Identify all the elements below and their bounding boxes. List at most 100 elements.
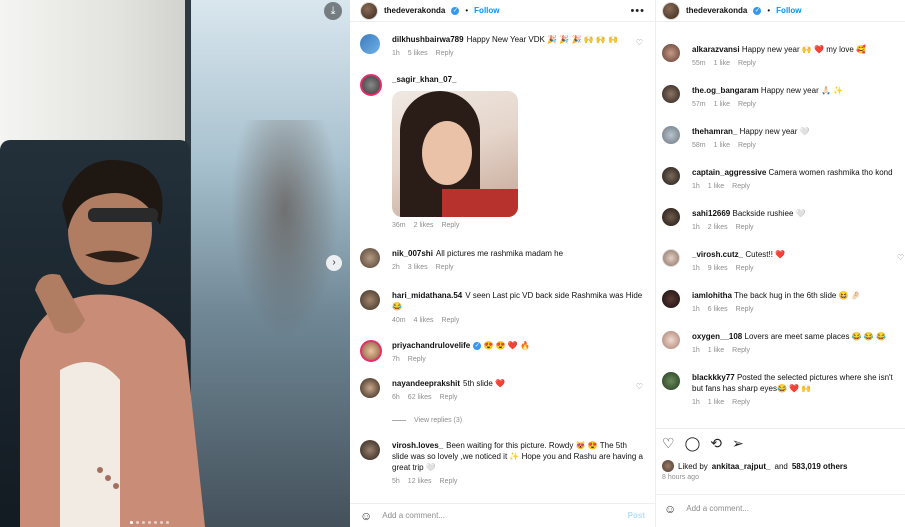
reply-button[interactable]: Reply (441, 220, 459, 231)
reply-button[interactable]: Reply (436, 48, 454, 59)
comment-likes[interactable]: 2 likes (708, 222, 728, 233)
reply-button[interactable]: Reply (732, 181, 750, 192)
liked-by-user[interactable]: ankitaa_rajput_ (712, 462, 771, 471)
reply-button[interactable]: Reply (736, 304, 754, 315)
avatar[interactable] (662, 44, 680, 62)
carousel-dot (136, 521, 139, 524)
comment-likes[interactable]: 9 likes (708, 263, 728, 274)
reply-button[interactable]: Reply (440, 476, 458, 487)
comment-time: 36m (392, 222, 406, 229)
comment-likes[interactable]: 2 likes (414, 220, 434, 231)
download-icon[interactable]: ⤓ (324, 2, 342, 20)
add-comment-input[interactable]: Add a comment... (686, 504, 749, 513)
avatar[interactable] (360, 340, 382, 362)
comment-likes[interactable]: 4 likes (414, 315, 434, 326)
reply-button[interactable]: Reply (736, 263, 754, 274)
view-replies-button[interactable]: View replies (3) (392, 417, 462, 424)
heart-icon[interactable]: ♡ (662, 435, 675, 452)
comment-username[interactable]: blackkky77 (692, 373, 735, 382)
reply-button[interactable]: Reply (440, 392, 458, 403)
avatar[interactable] (360, 34, 380, 54)
comment-text: The back hug in the 6th slide 😆 🤌🏻 (734, 291, 861, 300)
more-options-icon[interactable]: ••• (630, 5, 645, 17)
author-username[interactable]: thedeverakonda (384, 6, 445, 15)
avatar[interactable] (360, 248, 380, 268)
repost-icon[interactable]: ⟲ (710, 435, 722, 452)
avatar[interactable] (662, 249, 680, 267)
comment-username[interactable]: dilkhushbairwa789 (392, 35, 464, 44)
comment-likes[interactable]: 1 like (714, 99, 730, 110)
avatar[interactable] (662, 331, 680, 349)
comment-item: hari_midathana.54 V seen Last pic VD back… (360, 290, 645, 326)
separator-dot: • (767, 6, 771, 15)
avatar[interactable] (662, 208, 680, 226)
comment-likes[interactable]: 1 like (708, 397, 724, 408)
comment-username[interactable]: nayandeeprakshit (392, 379, 460, 388)
comment-item: blackkky77 Posted the selected pictures … (662, 372, 905, 408)
avatar[interactable] (360, 378, 380, 398)
add-comment-input[interactable]: Add a comment... (382, 511, 445, 520)
avatar[interactable] (662, 126, 680, 144)
comment-username[interactable]: nik_007shi (392, 249, 433, 258)
comment-username[interactable]: iamlohitha (692, 291, 732, 300)
avatar[interactable] (360, 290, 380, 310)
chevron-right-icon[interactable]: › (326, 255, 342, 271)
avatar[interactable] (360, 440, 380, 460)
like-heart-icon[interactable]: ♡ (636, 382, 643, 391)
follow-button[interactable]: Follow (776, 6, 801, 15)
post-photo[interactable]: ⤓ › (0, 0, 350, 527)
avatar[interactable] (662, 290, 680, 308)
comment-time: 7h (392, 356, 400, 363)
reply-button[interactable]: Reply (732, 345, 750, 356)
comment-likes[interactable]: 6 likes (708, 304, 728, 315)
avatar[interactable] (662, 85, 680, 103)
comment-username[interactable]: virosh.loves_ (392, 441, 443, 450)
reply-button[interactable]: Reply (738, 99, 756, 110)
comment-username[interactable]: the.og_bangaram (692, 86, 759, 95)
comment-username[interactable]: oxygen__108 (692, 332, 742, 341)
avatar[interactable] (360, 74, 382, 96)
reply-button[interactable]: Reply (441, 315, 459, 326)
comment-username[interactable]: priyachandrulovelife (392, 341, 470, 350)
comment-username[interactable]: _sagir_khan_07_ (392, 75, 457, 84)
reply-button[interactable]: Reply (738, 58, 756, 69)
reply-button[interactable]: Reply (732, 397, 750, 408)
comment-likes[interactable]: 5 likes (408, 48, 428, 59)
like-heart-icon[interactable]: ♡ (897, 253, 904, 262)
follow-button[interactable]: Follow (474, 6, 499, 15)
comment-image[interactable] (392, 91, 518, 217)
comment-username[interactable]: thehamran_ (692, 127, 737, 136)
comment-likes[interactable]: 3 likes (408, 262, 428, 273)
avatar[interactable] (662, 167, 680, 185)
likes-count[interactable]: 583,019 others (792, 462, 848, 471)
author-username[interactable]: thedeverakonda (686, 6, 747, 15)
comment-username[interactable]: alkarazvansi (692, 45, 740, 54)
emoji-icon[interactable]: ☺ (360, 509, 372, 523)
comment-likes[interactable]: 1 like (714, 58, 730, 69)
reply-button[interactable]: Reply (736, 222, 754, 233)
comment-username[interactable]: _virosh.cutz_ (692, 250, 743, 259)
comment-username[interactable]: sahi12669 (692, 209, 730, 218)
like-heart-icon[interactable]: ♡ (636, 38, 643, 47)
comment-likes[interactable]: 62 likes (408, 392, 432, 403)
comment-likes[interactable]: 1 like (708, 345, 724, 356)
avatar[interactable] (662, 372, 680, 390)
comment-likes[interactable]: 1 like (708, 181, 724, 192)
avatar[interactable] (360, 1, 378, 20)
avatar[interactable] (662, 1, 680, 20)
share-icon[interactable]: ➢ (732, 435, 744, 452)
comment-username[interactable]: hari_midathana.54 (392, 291, 462, 300)
comment-text: Lovers are meet same places 😂 😂 😂 (744, 332, 887, 341)
reply-button[interactable]: Reply (436, 262, 454, 273)
comment-icon[interactable]: ◯ (685, 435, 701, 452)
comment-item: thehamran_ Happy new year 🤍 58m 1 like Rep… (662, 126, 905, 151)
comment-likes[interactable]: 12 likes (408, 476, 432, 487)
comment-username[interactable]: captain_aggressive (692, 168, 766, 177)
comment-text: Happy New Year VDK 🎉 🎉 🎉 🙌 🙌 🙌 (466, 35, 618, 44)
reply-button[interactable]: Reply (738, 140, 756, 151)
reply-button[interactable]: Reply (408, 354, 426, 365)
comment-likes[interactable]: 1 like (714, 140, 730, 151)
post-button[interactable]: Post (628, 511, 645, 520)
emoji-icon[interactable]: ☺ (664, 502, 676, 516)
avatar[interactable] (662, 460, 674, 472)
